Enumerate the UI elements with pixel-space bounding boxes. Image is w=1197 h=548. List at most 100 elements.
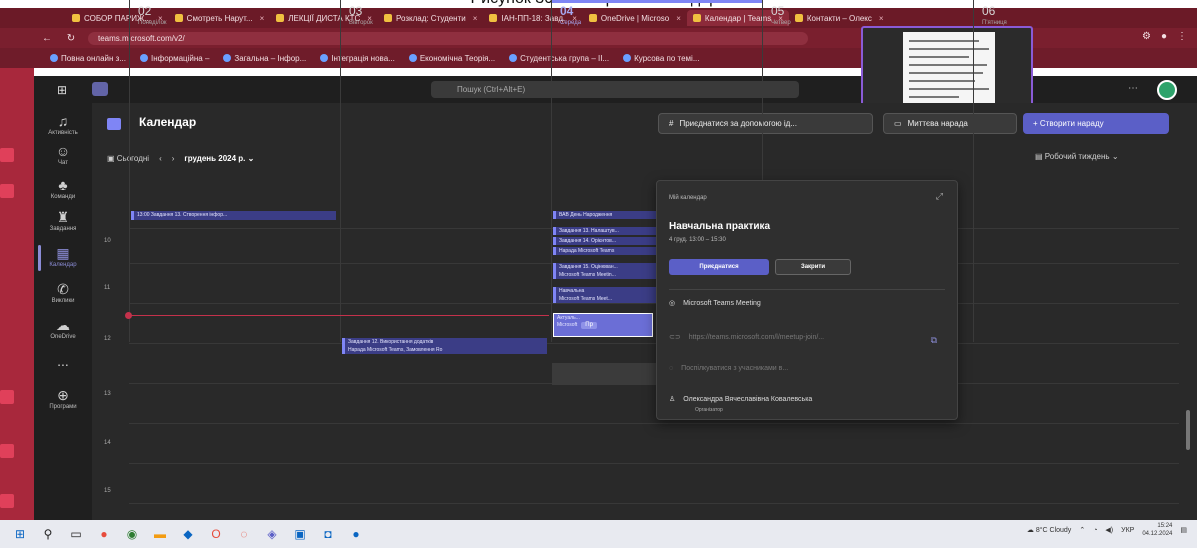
chrome-icon[interactable]: ● xyxy=(96,526,112,542)
close-button[interactable]: Закрити xyxy=(775,259,851,275)
scrollbar[interactable] xyxy=(1186,410,1190,450)
calendar-event[interactable]: Завдання 12. Використання додатків xyxy=(342,338,547,346)
app-launcher-icon[interactable]: ⊞ xyxy=(57,83,67,97)
hour-line xyxy=(129,503,1179,504)
system-tray: ☁ 8°C Cloudy ⌃ ◔ ◀) УКР 15:24 04.12.2024 … xyxy=(1027,522,1187,538)
calendar-event[interactable]: ВАВ День Народження xyxy=(553,211,657,219)
bookmark-icon xyxy=(50,54,58,62)
day-name: Вівторок xyxy=(349,20,373,26)
explorer-icon[interactable]: ▬ xyxy=(152,526,168,542)
calendar-event[interactable]: Завдання 14. Орієнтов... xyxy=(553,237,657,245)
divider xyxy=(669,289,945,290)
calendar-event[interactable]: Навчальна xyxy=(553,287,657,295)
time-label: 15 xyxy=(104,488,111,494)
chat-icon: ◌ xyxy=(669,365,674,372)
organizer-role: Організатор xyxy=(695,407,723,413)
rail-onedrive[interactable]: ☁ OneDrive xyxy=(34,317,92,340)
day-name: П'ятниця xyxy=(982,20,1007,26)
join-button[interactable]: Приєднатися xyxy=(669,259,769,275)
rail-chat[interactable]: ☺ Чат xyxy=(34,143,92,166)
volume-icon[interactable]: ◀) xyxy=(1105,526,1113,534)
hour-line xyxy=(129,423,1179,424)
calendar-event-selected[interactable]: Актуаль... Microsoft Пр xyxy=(553,313,653,337)
desktop-edge xyxy=(0,68,34,520)
edge-icon[interactable]: ◉ xyxy=(124,526,140,542)
day-name: Середа xyxy=(560,20,582,26)
link-icon: ⊂⊃ xyxy=(669,334,681,341)
onedrive-icon[interactable]: ● xyxy=(348,526,364,542)
hour-line xyxy=(129,343,1179,344)
cloud-icon: ☁ xyxy=(56,317,70,333)
word-icon[interactable]: ▣ xyxy=(292,526,308,542)
opera-icon[interactable]: O xyxy=(208,526,224,542)
notifications-icon[interactable]: ▤ xyxy=(1180,526,1187,534)
tray-overflow-icon[interactable]: ⌃ xyxy=(1079,526,1085,534)
rail-apps[interactable]: ⊕ Програми xyxy=(34,387,92,410)
screen: Рисунок 30 — Сторінка календаря СОБОР ПА… xyxy=(0,0,1197,548)
day-name: Четвер xyxy=(771,20,791,26)
rail-activity[interactable]: ♫ Активність xyxy=(34,113,92,136)
hour-line xyxy=(129,463,1179,464)
rail-more[interactable]: ... xyxy=(34,353,92,369)
day-number: 03 xyxy=(349,4,363,18)
teams-meeting-icon: ◎ xyxy=(669,300,676,307)
current-time-line xyxy=(129,315,549,316)
outlook-icon[interactable]: ◘ xyxy=(320,526,336,542)
back-icon[interactable]: ← xyxy=(40,33,54,44)
reload-icon[interactable]: ↻ xyxy=(64,33,78,44)
day-column[interactable]: 06 П'ятниця xyxy=(973,0,1184,342)
clock[interactable]: 15:24 04.12.2024 xyxy=(1142,522,1172,538)
bell-icon: ♫ xyxy=(57,113,69,129)
calendar-event[interactable]: Microsoft Teams Meetin... xyxy=(553,271,657,279)
calendar-event[interactable]: Нарада Microsoft Teams, Замовлення Ro xyxy=(342,346,547,354)
calendar-icon: ▦ xyxy=(56,245,70,261)
teams-icon: ♣ xyxy=(58,177,68,193)
windows-start-icon[interactable]: ⊞ xyxy=(12,526,28,542)
time-label: 11 xyxy=(104,285,111,291)
language-indicator[interactable]: УКР xyxy=(1121,527,1134,534)
event-title: Навчальна практика xyxy=(669,221,771,232)
time-slot-highlight xyxy=(552,363,658,385)
task-view-icon[interactable]: ▭ xyxy=(68,526,84,542)
day-column[interactable]: 03 Вівторок xyxy=(340,0,551,342)
taskbar: ⊞ ⚲ ▭ ● ◉ ▬ ◆ O ◌ ◈ ▣ ◘ ● xyxy=(0,520,1197,548)
day-number: 05 xyxy=(771,4,785,18)
app-icon[interactable]: ◌ xyxy=(236,526,252,542)
teams-logo-icon xyxy=(92,82,108,96)
rail-teams[interactable]: ♣ Команди xyxy=(34,177,92,200)
store-icon[interactable]: ◆ xyxy=(180,526,196,542)
day-column[interactable]: 02 Понеділок xyxy=(129,0,340,342)
teams-taskbar-icon[interactable]: ◈ xyxy=(264,526,280,542)
network-icon[interactable]: ◔ xyxy=(1093,527,1097,534)
expand-icon[interactable]: ⤢ xyxy=(936,191,943,202)
organizer: ♙ Олександра Вячеславівна Ковалевська xyxy=(669,395,813,404)
calendar-event[interactable]: Microsoft Teams Meet... xyxy=(553,295,657,303)
rail-calls[interactable]: ✆ Виклики xyxy=(34,281,92,304)
join-pill-button[interactable]: Пр xyxy=(581,322,597,329)
person-icon: ♙ xyxy=(669,396,676,403)
meeting-link[interactable]: ⊂⊃ https://teams.microsoft.com/l/meetup-j… xyxy=(669,333,824,342)
calendar-event[interactable]: Завдання 13. Налаштув... xyxy=(553,227,657,235)
day-number: 06 xyxy=(982,4,996,18)
bookmark[interactable]: Повна онлайн з... xyxy=(50,54,126,63)
rail-tasks[interactable]: ♜ Завдання xyxy=(34,209,92,232)
weather-widget[interactable]: ☁ 8°C Cloudy xyxy=(1027,526,1071,534)
event-time: 4 груд. 13:00 – 15:30 xyxy=(669,237,726,243)
chat-with-participants[interactable]: ◌ Поспілкуватися з учасниками в... xyxy=(669,365,788,372)
day-number: 02 xyxy=(138,4,152,18)
time-label: 12 xyxy=(104,336,111,342)
time-label: 14 xyxy=(104,440,111,446)
calendar-event[interactable]: Завдання 15. Оцінюван... xyxy=(553,263,657,271)
search-icon[interactable]: ⚲ xyxy=(40,526,56,542)
time-label: 13 xyxy=(104,391,111,397)
edge-marker xyxy=(0,148,14,162)
calendar-event[interactable]: 13:00 Завдання 13. Створення інфор... xyxy=(131,211,336,220)
calendar-event[interactable]: Нарада Microsoft Teams xyxy=(553,247,657,255)
day-number: 04 xyxy=(560,4,574,18)
calendar-name: Мій календар xyxy=(669,195,707,201)
edge-marker xyxy=(0,390,14,404)
apps-icon: ⊕ xyxy=(57,387,69,403)
rail-calendar[interactable]: ▦ Календар xyxy=(34,245,92,271)
day-name: Понеділок xyxy=(138,20,167,26)
copy-icon[interactable]: ⧉ xyxy=(931,335,937,346)
